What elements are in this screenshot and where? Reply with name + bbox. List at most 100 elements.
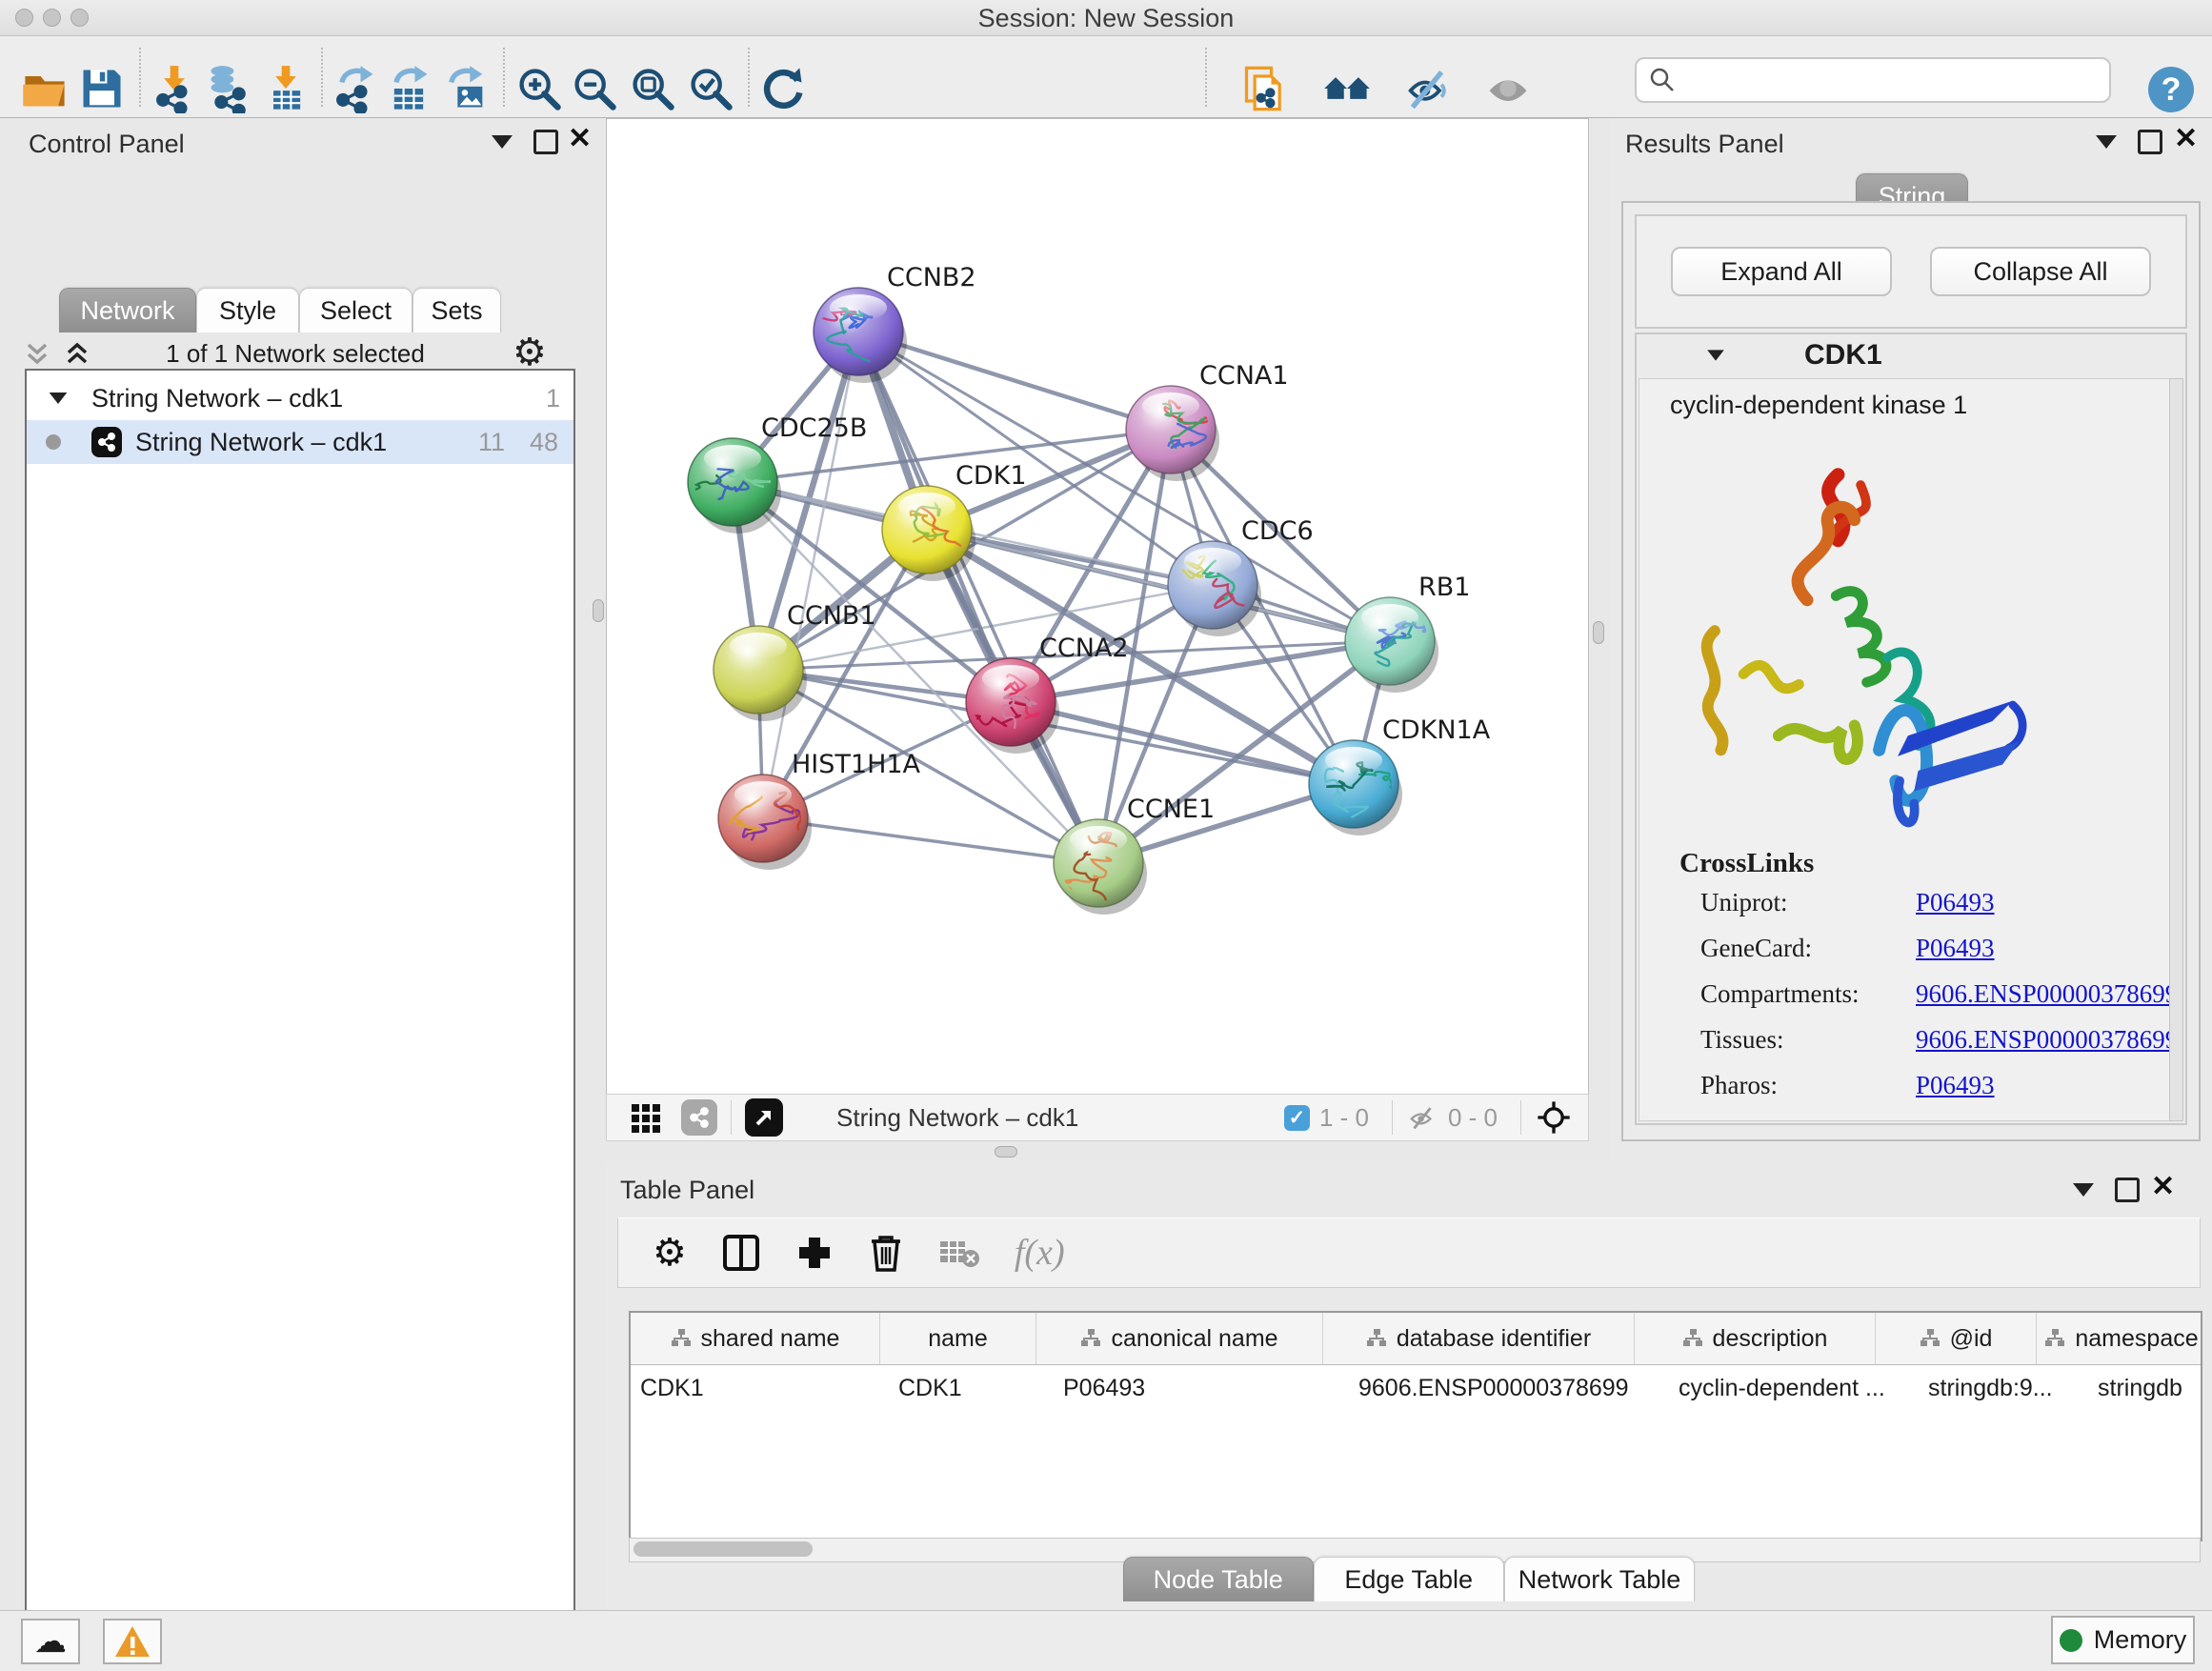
column-header-name[interactable]: name: [880, 1313, 1036, 1364]
table-panel-float-icon[interactable]: [2115, 1178, 2140, 1202]
export-network-icon[interactable]: [330, 64, 379, 113]
column-header-database-identifier[interactable]: database identifier: [1323, 1313, 1635, 1364]
zoom-selected-icon[interactable]: [686, 64, 735, 113]
zoom-fit-icon[interactable]: [628, 64, 677, 113]
search-input[interactable]: [1684, 65, 2109, 96]
collection-expand-icon[interactable]: [50, 393, 68, 404]
import-network-database-icon[interactable]: [205, 64, 254, 113]
import-network-file-icon[interactable]: [150, 64, 199, 113]
table-header-row: shared namenamecanonical namedatabase id…: [631, 1313, 2201, 1365]
control-panel-menu-icon[interactable]: [492, 135, 513, 149]
right-splitter-handle[interactable]: [1593, 621, 1604, 644]
results-panel-float-icon[interactable]: [2138, 130, 2162, 154]
column-hierarchy-icon: [1920, 1328, 1941, 1349]
expand-all-networks-icon[interactable]: [61, 337, 93, 370]
gene-entry-header[interactable]: CDK1: [1637, 334, 2185, 376]
apply-layout-icon[interactable]: [758, 64, 808, 113]
string-import-icon[interactable]: [1240, 64, 1290, 113]
crosslink-link[interactable]: 9606.ENSP00000378699: [1916, 1025, 2178, 1055]
selected-indicator-checkbox[interactable]: ✓: [1284, 1105, 1310, 1131]
left-splitter-handle[interactable]: [593, 599, 604, 622]
node-CDC25B[interactable]: CDC25B: [667, 413, 867, 534]
open-in-browser-icon[interactable]: [745, 1098, 783, 1137]
crosslink-link[interactable]: 9606.ENSP00000378699: [1916, 979, 2178, 1009]
memory-button[interactable]: Memory: [2051, 1616, 2195, 1664]
crosslink-link[interactable]: P06493: [1916, 934, 1995, 963]
bottom-splitter-handle[interactable]: [995, 1146, 1017, 1158]
crosslink-label: Tissues:: [1679, 1025, 1916, 1055]
network-collection-row[interactable]: String Network – cdk1 1: [27, 376, 573, 420]
save-session-icon[interactable]: [77, 64, 127, 113]
control-panel-float-icon[interactable]: [533, 130, 558, 154]
column-header-description[interactable]: description: [1635, 1313, 1876, 1364]
show-columns-icon[interactable]: [721, 1233, 761, 1273]
control-tab-select[interactable]: Select: [299, 288, 412, 332]
help-button[interactable]: ?: [2148, 67, 2194, 112]
table-scrollbar-thumb[interactable]: [633, 1541, 813, 1557]
control-panel-close-icon[interactable]: ✕: [568, 130, 592, 149]
column-header-namespace[interactable]: namespace: [2037, 1313, 2202, 1364]
table-tab-node-table[interactable]: Node Table: [1123, 1557, 1314, 1601]
network-row-selected[interactable]: String Network – cdk1 11 48: [27, 420, 573, 464]
network-options-gear-icon[interactable]: ⚙: [513, 333, 547, 372]
table-options-gear-icon[interactable]: ⚙: [653, 1231, 687, 1275]
table-row[interactable]: CDK1CDK1P064939606.ENSP00000378699cyclin…: [631, 1365, 2201, 1411]
node-CCNB2[interactable]: CCNB2: [799, 263, 976, 383]
birds-eye-view-icon[interactable]: [1535, 1098, 1573, 1137]
control-tab-sets[interactable]: Sets: [412, 288, 501, 332]
export-table-icon[interactable]: [384, 64, 433, 113]
table-cell: stringdb: [2088, 1365, 2202, 1411]
collapse-all-button[interactable]: Collapse All: [1930, 247, 2151, 296]
results-panel-close-icon[interactable]: ✕: [2174, 130, 2198, 149]
column-header-@id[interactable]: @id: [1876, 1313, 2037, 1364]
zoom-in-icon[interactable]: [514, 64, 564, 113]
node-HIST1H1A[interactable]: HIST1H1A: [718, 750, 921, 870]
browser-home-icon[interactable]: [1322, 64, 1372, 113]
warnings-button[interactable]: [103, 1619, 162, 1664]
title-bar: Session: New Session: [0, 0, 2212, 36]
crosslink-link[interactable]: P06493: [1916, 888, 1995, 917]
edge-CCNE1-HIST1H1A[interactable]: [763, 818, 1098, 863]
node-label-HIST1H1A: HIST1H1A: [792, 750, 921, 779]
export-image-icon[interactable]: [441, 64, 491, 113]
node-CCNA1[interactable]: CCNA1: [1126, 361, 1289, 481]
node-CDK1[interactable]: CDK1: [882, 461, 1027, 581]
network-view-type-icon[interactable]: [681, 1099, 717, 1136]
open-session-icon[interactable]: [20, 64, 70, 113]
table-panel-menu-icon[interactable]: [2073, 1183, 2094, 1197]
results-scrollbar[interactable]: [2169, 378, 2183, 1121]
node-RB1[interactable]: RB1: [1345, 573, 1470, 693]
string-network-graph[interactable]: CCNB2CCNA1CDC25BCDK1CDC6RB1CCNB1CCNA2CDK…: [607, 119, 1588, 1095]
column-header-canonical-name[interactable]: canonical name: [1036, 1313, 1323, 1364]
crosslink-link[interactable]: P06493: [1916, 1071, 1995, 1100]
collapse-all-networks-icon[interactable]: [21, 337, 53, 370]
hide-graphics-details-icon[interactable]: [1402, 64, 1452, 113]
node-CCNE1[interactable]: CCNE1: [1054, 795, 1215, 915]
grid-view-icon[interactable]: [630, 1100, 664, 1135]
column-header-shared-name[interactable]: shared name: [631, 1313, 880, 1364]
delete-column-icon[interactable]: [868, 1234, 904, 1272]
edge-CCNB2-HIST1H1A[interactable]: [763, 332, 858, 818]
edge-CCNA2-CDKN1A[interactable]: [1011, 702, 1354, 784]
node-label-CDC25B: CDC25B: [761, 413, 867, 443]
crosslink-row: Pharos:P06493: [1679, 1062, 2178, 1108]
node-table[interactable]: shared namenamecanonical namedatabase id…: [629, 1311, 2202, 1541]
import-table-file-icon[interactable]: [261, 64, 311, 113]
results-panel-menu-icon[interactable]: [2096, 135, 2117, 149]
add-column-icon[interactable]: [795, 1234, 834, 1272]
table-panel-close-icon[interactable]: ✕: [2151, 1178, 2175, 1197]
network-canvas[interactable]: CCNB2CCNA1CDC25BCDK1CDC6RB1CCNB1CCNA2CDK…: [606, 118, 1589, 1096]
node-CDKN1A[interactable]: CDKN1A: [1309, 715, 1491, 836]
search-icon: [1648, 66, 1677, 94]
control-tab-style[interactable]: Style: [196, 288, 299, 332]
edge-CCNB2-RB1[interactable]: [858, 332, 1390, 641]
table-tab-edge-table[interactable]: Edge Table: [1314, 1557, 1504, 1601]
control-tab-network[interactable]: Network: [59, 288, 196, 332]
expand-all-button[interactable]: Expand All: [1671, 247, 1892, 296]
zoom-out-icon[interactable]: [570, 64, 619, 113]
gene-collapse-icon[interactable]: [1707, 350, 1724, 360]
cloud-status-button[interactable]: ☁: [21, 1619, 80, 1664]
edge-CCNB2-CCNE1[interactable]: [858, 332, 1098, 863]
table-tab-network-table[interactable]: Network Table: [1504, 1557, 1696, 1601]
search-field[interactable]: [1635, 57, 2111, 103]
